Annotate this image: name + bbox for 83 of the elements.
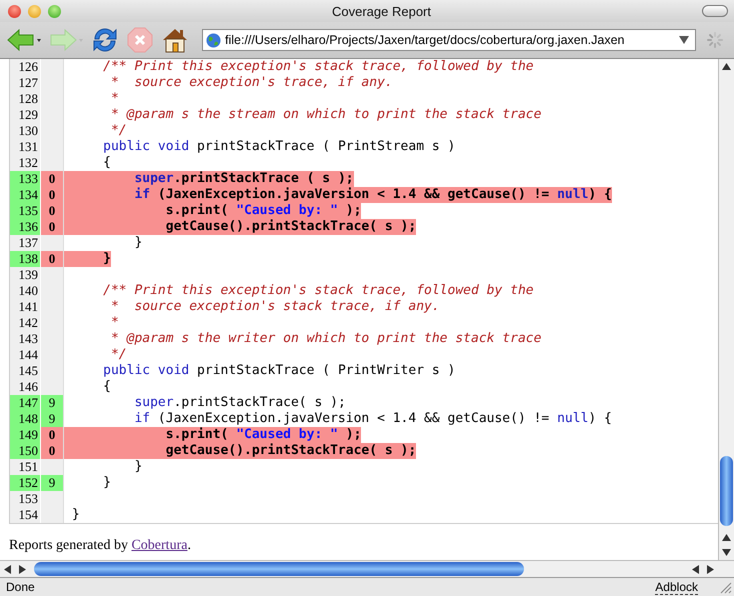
code-line: public void printStackTrace ( PrintStream s ) xyxy=(102,139,456,154)
window-title: Coverage Report xyxy=(331,4,432,18)
line-number: 153 xyxy=(10,491,40,507)
hit-count: 9 xyxy=(40,395,64,411)
line-number: 126 xyxy=(10,59,40,75)
hit-count: 0 xyxy=(40,251,64,267)
hit-count: 0 xyxy=(40,187,64,203)
code-line: public void printStackTrace ( PrintWriter s ) xyxy=(102,363,456,378)
line-number: 132 xyxy=(10,155,40,171)
line-number: 139 xyxy=(10,267,40,283)
line-number: 146 xyxy=(10,379,40,395)
close-button[interactable] xyxy=(8,4,21,18)
line-number: 149 xyxy=(10,427,40,443)
hit-count: 0 xyxy=(40,443,64,459)
line-number: 144 xyxy=(10,347,40,363)
code-line: */ xyxy=(110,347,127,362)
line-number: 150 xyxy=(10,443,40,459)
scroll-left-icon[interactable] xyxy=(4,564,11,574)
line-number: 148 xyxy=(10,411,40,427)
resize-grip-icon[interactable] xyxy=(718,580,732,594)
line-number: 152 xyxy=(10,475,40,491)
scroll-right-icon[interactable] xyxy=(19,564,26,574)
scroll-up-icon[interactable] xyxy=(722,534,731,541)
line-number: 128 xyxy=(10,91,40,107)
loading-spinner-icon xyxy=(706,31,724,49)
line-number: 127 xyxy=(10,75,40,91)
code-line: /** Print this exception's stack trace, followed by the xyxy=(102,59,534,74)
code-line: if (JaxenException.javaVersion < 1.4 && getCause() != null) { xyxy=(133,411,612,426)
footer-text: Reports generated by Cobertura. xyxy=(9,538,192,554)
line-number: 154 xyxy=(10,507,40,523)
line-number: 136 xyxy=(10,219,40,235)
code-line: /** Print this exception's stack trace, followed by the xyxy=(102,283,534,298)
line-number: 133 xyxy=(10,171,40,187)
line-number: 134 xyxy=(10,187,40,203)
address-field[interactable]: file:///Users/elharo/Projects/Jaxen/target/docs/cobertura/org.jaxen.Jaxen xyxy=(202,29,696,51)
adblock-label[interactable]: Adblock xyxy=(655,580,698,594)
line-number: 137 xyxy=(10,235,40,251)
code-line: super.printStackTrace( s ); xyxy=(133,395,346,410)
code-line: } xyxy=(133,235,142,250)
line-number: 145 xyxy=(10,363,40,379)
code-line: * source exception's trace, if any. xyxy=(110,75,393,90)
code-line: { xyxy=(102,379,111,394)
line-number: 138 xyxy=(10,251,40,267)
code-line: * xyxy=(110,91,119,106)
code-line: * @param s the stream on which to print the stack trace xyxy=(110,107,542,122)
hit-count: 9 xyxy=(40,475,64,491)
code-line: } xyxy=(102,475,111,490)
line-number: 140 xyxy=(10,283,40,299)
line-number: 130 xyxy=(10,123,40,139)
scroll-up-icon[interactable] xyxy=(722,63,731,70)
hit-count: 0 xyxy=(40,427,64,443)
line-number: 129 xyxy=(10,107,40,123)
code-line: * source exception's stack trace, if any. xyxy=(110,299,440,314)
status-text: Done xyxy=(6,580,36,594)
scroll-right-icon[interactable] xyxy=(707,564,714,574)
line-number: 141 xyxy=(10,299,40,315)
dropdown-arrow-icon[interactable] xyxy=(679,36,689,44)
hit-count: 0 xyxy=(40,219,64,235)
code-line: } xyxy=(133,459,142,474)
cobertura-link[interactable]: Cobertura xyxy=(131,538,188,553)
back-button[interactable] xyxy=(6,27,42,53)
code-line: } xyxy=(70,507,80,522)
code-line: */ xyxy=(110,123,127,138)
code-line: { xyxy=(102,155,111,170)
scroll-thumb[interactable] xyxy=(34,562,524,576)
hit-count: 9 xyxy=(40,411,64,427)
vertical-scrollbar[interactable] xyxy=(718,59,734,560)
hit-count: 0 xyxy=(40,203,64,219)
line-number: 151 xyxy=(10,459,40,475)
code-line: * xyxy=(110,315,119,330)
scroll-left-icon[interactable] xyxy=(692,564,699,574)
line-number: 143 xyxy=(10,331,40,347)
line-number: 135 xyxy=(10,203,40,219)
horizontal-scrollbar[interactable] xyxy=(0,560,734,577)
scroll-thumb[interactable] xyxy=(720,456,733,526)
scroll-down-icon[interactable] xyxy=(722,549,731,556)
hit-count: 0 xyxy=(40,171,64,187)
code-line: * @param s the writer on which to print the stack trace xyxy=(110,331,542,346)
toolbar-toggle-button[interactable] xyxy=(702,5,728,17)
line-number: 142 xyxy=(10,315,40,331)
line-number: 131 xyxy=(10,139,40,155)
line-number: 147 xyxy=(10,395,40,411)
globe-icon xyxy=(206,32,221,48)
